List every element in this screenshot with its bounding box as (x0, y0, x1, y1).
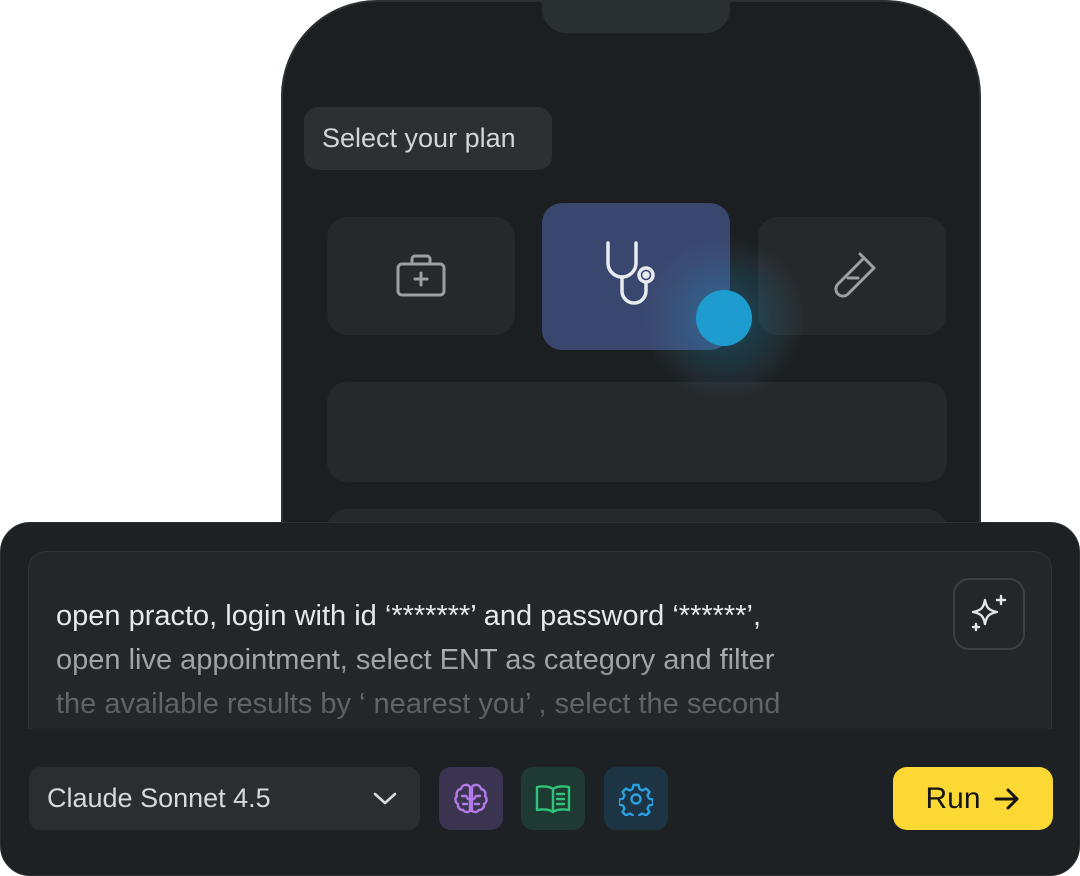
model-select[interactable]: Claude Sonnet 4.5 (29, 767, 420, 830)
chevron-down-icon (373, 792, 397, 805)
phone-notch (542, 0, 730, 33)
knowledge-button[interactable] (521, 767, 585, 830)
reasoning-toggle-button[interactable] (439, 767, 503, 830)
gear-icon (619, 783, 653, 816)
first-aid-kit-icon (396, 254, 446, 297)
plan-option-first-aid[interactable] (327, 217, 515, 335)
cursor-dot (696, 290, 752, 346)
arrow-right-icon (994, 788, 1019, 809)
prompt-line: open live appointment, select ENT as cat… (56, 644, 775, 676)
prompt-text: open practo, login with id ‘*******’ and… (56, 594, 926, 726)
settings-button[interactable] (604, 767, 668, 830)
brain-icon (454, 783, 488, 813)
prompt-line: the available results by ‘ nearest you’ … (56, 688, 781, 720)
prompt-panel: open practo, login with id ‘*******’ and… (0, 522, 1080, 876)
run-button-label: Run (925, 781, 981, 815)
model-select-value: Claude Sonnet 4.5 (47, 783, 271, 813)
run-button[interactable]: Run (893, 767, 1053, 830)
select-plan-label: Select your plan (304, 107, 552, 170)
stage: Select your plan open practo, login with… (0, 0, 1080, 876)
sparkle-icon (971, 594, 1007, 632)
test-tube-icon (834, 252, 876, 298)
book-icon (535, 784, 571, 813)
enhance-prompt-button[interactable] (953, 578, 1025, 650)
placeholder-row (327, 382, 947, 482)
prompt-line: open practo, login with id ‘*******’ and… (56, 600, 762, 632)
prompt-input[interactable]: open practo, login with id ‘*******’ and… (28, 551, 1052, 729)
